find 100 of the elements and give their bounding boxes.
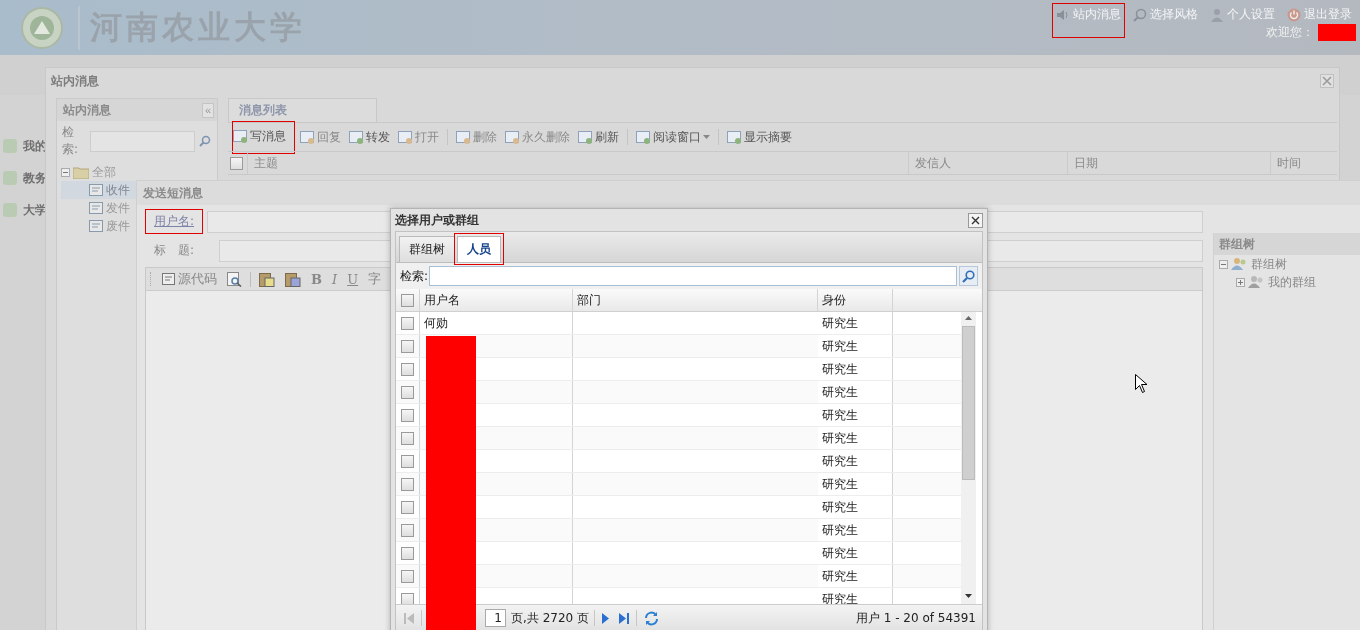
module-icon [3,203,17,217]
table-cell: 研究生 [822,521,858,539]
underline-button[interactable]: U [345,271,361,287]
column-header[interactable]: 身份 [818,289,893,311]
folder-icon [73,165,89,179]
tree-item[interactable]: 废件 [106,217,130,235]
close-button[interactable] [968,212,983,228]
checkbox[interactable] [401,316,414,330]
header-link[interactable]: 选择风格 [1129,3,1202,26]
column-header[interactable]: 主题 [247,152,909,174]
checkbox[interactable] [230,156,244,170]
clipboard-icon [285,271,301,287]
module-icon [3,171,17,185]
magnifier-page-icon [227,271,242,287]
source-code-button[interactable]: 源代码 [160,270,219,288]
first-page-button[interactable] [402,610,416,626]
close-icon [1322,76,1332,86]
tree-toggle[interactable] [61,167,70,177]
document-icon [233,129,249,143]
page-number-field[interactable]: 1 [485,609,506,627]
refresh-icon [644,610,659,626]
paste-word-button[interactable] [283,271,303,287]
group-icon [1248,275,1265,289]
tree-toggle[interactable] [1236,277,1245,287]
clipboard-icon [259,271,275,287]
tab[interactable]: 人员 [457,236,501,262]
search-button[interactable] [959,266,978,286]
search-label: 检索: [400,267,429,285]
window-title: 站内消息 [51,72,99,90]
nav-item[interactable]: 教务 [23,169,47,187]
next-page-button[interactable] [600,610,612,626]
list-icon [89,220,103,232]
checkbox[interactable] [401,293,414,307]
first-page-icon [404,612,414,624]
scroll-up-icon[interactable] [965,316,972,320]
tree-item[interactable]: 我的群组 [1268,273,1316,291]
field-label: 标 题: [153,242,196,259]
checkbox[interactable] [401,523,414,537]
dialog-title: 选择用户或群组 [395,211,479,229]
checkbox[interactable] [401,431,414,445]
paste-text-button[interactable] [257,271,277,287]
table-cell: 研究生 [822,383,858,401]
preview-button[interactable] [225,271,244,287]
column-header[interactable]: 时间 [1270,152,1338,174]
table-cell: 研究生 [822,337,858,355]
table-cell: 研究生 [822,406,858,424]
toolbar-button[interactable]: 写消息 [232,120,296,154]
power-icon [1287,7,1301,22]
scrollbar[interactable] [961,312,976,604]
checkbox[interactable] [401,477,414,491]
checkbox[interactable] [401,362,414,376]
recipient-link[interactable]: 用户名: [145,209,204,234]
emblem-icon [20,5,64,50]
checkbox[interactable] [401,592,414,604]
table-cell: 研究生 [822,590,858,604]
document-icon [505,130,521,144]
checkbox[interactable] [401,546,414,560]
document-icon [300,130,316,144]
tree-item[interactable]: 收件 [106,181,130,199]
tree-item[interactable]: 群组树 [1251,255,1287,273]
page-total: 页,共 2720 页 [511,609,589,627]
toolbar-button[interactable]: 显示摘要 [724,124,796,150]
tree-item[interactable]: 全部 [92,163,116,181]
column-header[interactable]: 部门 [573,289,818,311]
checkbox[interactable] [401,339,414,353]
document-icon [456,130,472,144]
table-cell: 研究生 [822,544,858,562]
scroll-down-icon[interactable] [965,594,972,598]
checkbox[interactable] [401,385,414,399]
tab[interactable]: 消息列表 [228,98,378,122]
toolbar-button[interactable]: 刷新 [575,124,623,150]
close-icon [971,215,980,225]
last-page-icon [619,612,629,624]
tree-toggle[interactable] [1219,259,1228,269]
checkbox[interactable] [401,569,414,583]
module-icon [3,139,17,153]
column-header[interactable]: 用户名 [420,289,573,311]
column-header[interactable]: 发信人 [908,152,1068,174]
bold-button[interactable]: B [309,271,324,287]
person-icon [1210,7,1224,22]
next-page-icon [602,612,610,624]
search-field[interactable] [429,266,957,286]
tab[interactable]: 群组树 [399,236,455,262]
collapse-button[interactable]: « [201,102,215,118]
checkbox[interactable] [401,454,414,468]
toolbar-button[interactable]: 阅读窗口 [633,124,714,150]
toolbar-button[interactable]: 转发 [346,124,394,150]
last-page-button[interactable] [617,610,631,626]
font-size-button[interactable]: 字 [366,270,384,288]
table-cell: 研究生 [822,360,858,378]
document-icon [398,130,414,144]
checkbox[interactable] [401,408,414,422]
column-header[interactable]: 日期 [1067,152,1271,174]
tree-item[interactable]: 发件 [106,199,130,217]
header-link[interactable]: 站内消息 [1052,3,1125,38]
header-link[interactable]: 退出登录 [1283,3,1356,26]
table-cell: 研究生 [822,475,858,493]
italic-button[interactable]: I [330,271,340,287]
checkbox[interactable] [401,500,414,514]
caret-icon [703,135,711,139]
